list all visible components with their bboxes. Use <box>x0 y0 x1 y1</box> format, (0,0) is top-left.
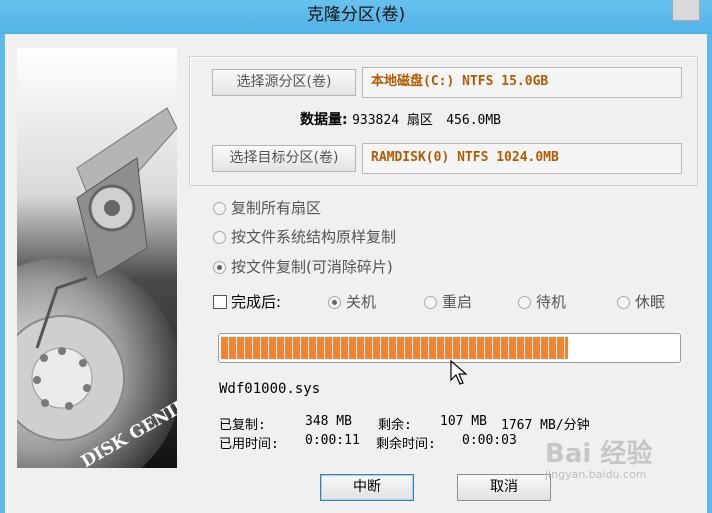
data-amount-label: 数据量: <box>300 112 348 128</box>
remaining-label: 剩余: <box>378 418 412 433</box>
elapsed-time-label: 已用时间: <box>219 437 279 452</box>
radio-indicator[interactable] <box>328 296 341 309</box>
radio-indicator[interactable] <box>213 202 226 215</box>
radio-label: 复制所有扇区 <box>231 199 322 217</box>
window-title: 克隆分区(卷) <box>306 5 406 25</box>
source-partition-field: 本地磁盘(C:) NTFS 15.0GB <box>362 67 682 98</box>
after-complete-checkbox[interactable]: 完成后: <box>213 292 281 312</box>
after-complete-label: 完成后: <box>231 293 282 311</box>
radio-shutdown[interactable]: 关机 <box>328 292 376 312</box>
remaining-time-value: 0:00:03 <box>462 433 517 448</box>
window-frame-left <box>0 34 5 513</box>
data-amount-size: 456.0MB <box>446 113 502 128</box>
disk-genius-illustration: DISK GENIUS <box>17 48 177 468</box>
copied-value: 348 MB <box>305 414 352 429</box>
select-target-button[interactable]: 选择目标分区(卷) <box>212 145 356 172</box>
radio-label: 关机 <box>346 293 377 311</box>
remaining-time-label: 剩余时间: <box>376 437 436 452</box>
radio-label: 休眠 <box>635 293 666 311</box>
radio-indicator[interactable] <box>617 296 630 309</box>
cancel-button[interactable]: 取消 <box>457 474 551 501</box>
mouse-cursor-icon <box>450 360 468 385</box>
radio-copy-all-sectors[interactable]: 复制所有扇区 <box>213 198 321 218</box>
close-button[interactable] <box>672 0 700 21</box>
remaining-value: 107 MB <box>440 414 487 429</box>
radio-indicator[interactable] <box>518 296 531 309</box>
clone-progress-bar <box>218 333 681 363</box>
watermark-logo-text: Bai 经验 <box>545 439 653 469</box>
radio-copy-by-file[interactable]: 按文件复制(可消除碎片) <box>213 257 393 277</box>
radio-indicator[interactable] <box>213 261 226 274</box>
radio-label: 待机 <box>536 293 567 311</box>
radio-label: 按文件系统结构原样复制 <box>231 228 397 246</box>
radio-label: 重启 <box>442 293 473 311</box>
radio-label: 按文件复制(可消除碎片) <box>231 258 393 276</box>
radio-standby[interactable]: 待机 <box>518 292 566 312</box>
window-frame-right <box>707 34 712 513</box>
checkbox-box[interactable] <box>213 295 227 309</box>
baidu-watermark: Bai 经验 jingyan.baidu.com <box>545 440 652 481</box>
current-file-name: Wdf01000.sys <box>219 381 321 397</box>
data-amount-sectors: 933824 扇区 <box>352 113 433 128</box>
copied-label: 已复制: <box>219 418 266 433</box>
target-partition-field: RAMDISK(0) NTFS 1024.0MB <box>362 143 682 174</box>
watermark-url: jingyan.baidu.com <box>545 468 647 481</box>
copy-speed: 1767 MB/分钟 <box>501 418 590 433</box>
radio-indicator[interactable] <box>213 231 226 244</box>
progress-fill <box>221 337 568 359</box>
radio-hibernate[interactable]: 休眠 <box>617 292 665 312</box>
abort-button[interactable]: 中断 <box>320 474 414 501</box>
title-bar: 克隆分区(卷) <box>0 0 712 34</box>
elapsed-time-value: 0:00:11 <box>305 433 360 448</box>
select-source-button[interactable]: 选择源分区(卷) <box>212 69 356 96</box>
radio-restart[interactable]: 重启 <box>424 292 472 312</box>
radio-indicator[interactable] <box>424 296 437 309</box>
data-amount-info: 数据量: 933824 扇区 456.0MB <box>300 109 501 129</box>
radio-copy-fs-structure[interactable]: 按文件系统结构原样复制 <box>213 227 396 247</box>
